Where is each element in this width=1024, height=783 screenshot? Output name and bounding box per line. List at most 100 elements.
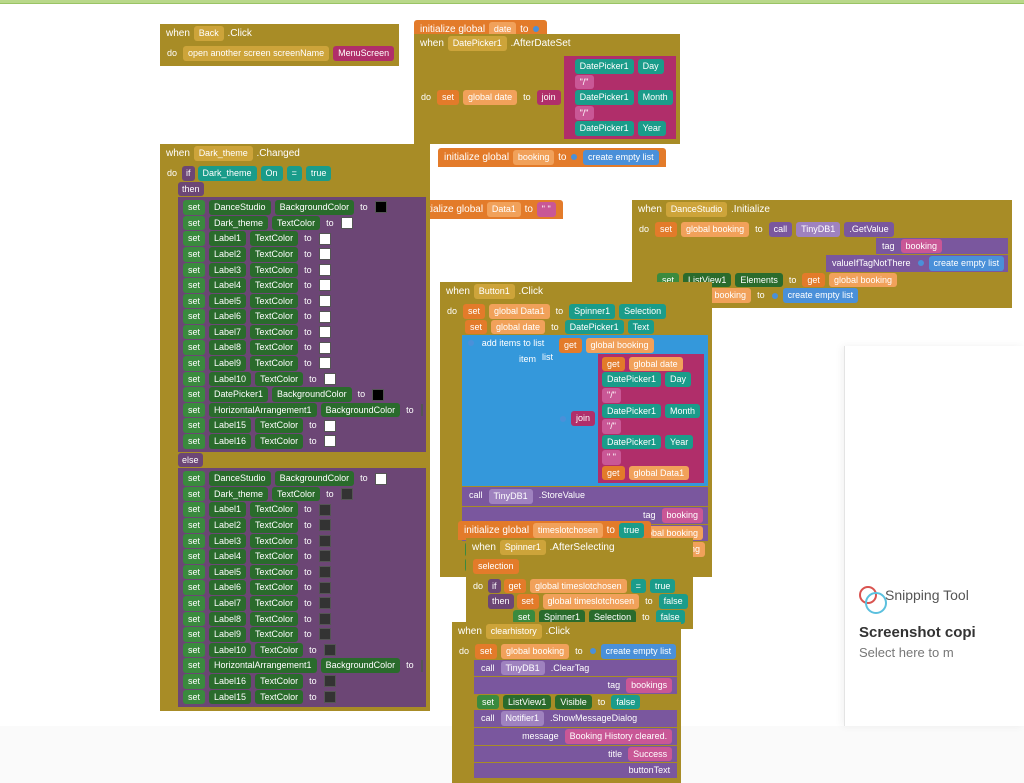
join-part: DatePicker1Month xyxy=(601,404,701,419)
gvar: global booking xyxy=(586,338,654,353)
socket-icon xyxy=(590,648,596,654)
block-init-booking[interactable]: initialize global booking to create empt… xyxy=(438,148,666,167)
join-part: "/" xyxy=(601,388,701,403)
method: .ShowMessageDialog xyxy=(547,712,640,725)
setter-row[interactable]: setLabel5TextColorto xyxy=(182,565,422,580)
snipping-tool-toast[interactable]: Snipping Tool Screenshot copi Select her… xyxy=(844,346,1024,726)
block-clearhistory-click[interactable]: when clearhistory .Click do set global b… xyxy=(452,622,681,783)
setter-row[interactable]: setDatePicker1BackgroundColorto xyxy=(182,387,422,402)
setter-row[interactable]: setLabel9TextColorto xyxy=(182,356,422,371)
setter-row[interactable]: setLabel1TextColorto xyxy=(182,231,422,246)
prop-ref: DatePicker1 xyxy=(575,59,634,74)
block-datepicker-afterdateset[interactable]: when DatePicker1 .AfterDateSet do set gl… xyxy=(414,34,680,144)
setter-row[interactable]: setLabel16TextColorto xyxy=(182,434,422,449)
setter-row[interactable]: setHorizontalArrangement1BackgroundColor… xyxy=(182,403,422,418)
setter-row[interactable]: setLabel15TextColorto xyxy=(182,418,422,433)
setter-row[interactable]: setLabel8TextColorto xyxy=(182,612,422,627)
socket-icon xyxy=(772,293,778,299)
setter-row[interactable]: setDark_themeTextColorto xyxy=(182,487,422,502)
kw-get: get xyxy=(602,357,625,372)
literal: "/" xyxy=(575,75,594,90)
setter-row[interactable]: setLabel8TextColorto xyxy=(182,340,422,355)
param-selection: selection xyxy=(473,559,519,574)
kw-init: initialize global xyxy=(444,152,509,163)
setter-row[interactable]: setLabel9TextColorto xyxy=(182,627,422,642)
gvar: global booking xyxy=(501,644,569,659)
setter-row[interactable]: setLabel2TextColorto xyxy=(182,518,422,533)
else-branch: setDanceStudioBackgroundColortosetDark_t… xyxy=(178,468,426,707)
setter-row[interactable]: setLabel3TextColorto xyxy=(182,534,422,549)
gvar: global booking xyxy=(681,222,749,237)
kw-do: do xyxy=(418,91,434,104)
block-back-click[interactable]: when Back .Click do open another screen … xyxy=(160,24,399,66)
kw-do: do xyxy=(444,305,460,318)
setter-row[interactable]: setLabel4TextColorto xyxy=(182,278,422,293)
literal: booking xyxy=(662,508,704,523)
setter-row[interactable]: setHorizontalArrangement1BackgroundColor… xyxy=(182,658,422,673)
event-name: .Click xyxy=(545,626,569,637)
cond-prop: On xyxy=(261,166,283,181)
prop: Text xyxy=(628,320,655,335)
kw-do: do xyxy=(456,645,472,658)
component-ref: Button1 xyxy=(474,284,515,299)
literal: bookings xyxy=(626,678,672,693)
toast-app-name: Snipping Tool xyxy=(885,587,969,603)
setter-row[interactable]: setLabel16TextColorto xyxy=(182,674,422,689)
kw-init: initialize global xyxy=(464,525,529,536)
kw-get: get xyxy=(504,579,527,594)
component-ref: Back xyxy=(194,26,224,41)
kw-to: to xyxy=(572,645,586,658)
arg-screenname: MenuScreen xyxy=(333,46,394,61)
setter-row[interactable]: setLabel10TextColorto xyxy=(182,372,422,387)
prop-ref: DatePicker1 xyxy=(575,121,634,136)
setter-row[interactable]: setDark_themeTextColorto xyxy=(182,216,422,231)
setter-row[interactable]: setLabel5TextColorto xyxy=(182,294,422,309)
kw-item: item xyxy=(516,353,539,366)
kw-then: then xyxy=(178,182,204,197)
event-name: .AfterSelecting xyxy=(550,542,615,553)
setter-row[interactable]: setLabel2TextColorto xyxy=(182,247,422,262)
comp: Spinner1 xyxy=(569,304,615,319)
then-branch: setDanceStudioBackgroundColortosetDark_t… xyxy=(178,197,426,452)
kw-when: when xyxy=(472,542,496,553)
setter-row[interactable]: setLabel7TextColorto xyxy=(182,596,422,611)
blocks-canvas[interactable]: when Back .Click do open another screen … xyxy=(0,4,1024,726)
setter-row[interactable]: setLabel6TextColorto xyxy=(182,309,422,324)
block-spinner-afterselecting[interactable]: when Spinner1 .AfterSelecting selection … xyxy=(466,538,693,629)
lit-false: false xyxy=(611,695,640,710)
setter-row[interactable]: setLabel4TextColorto xyxy=(182,549,422,564)
setter-row[interactable]: setLabel6TextColorto xyxy=(182,580,422,595)
kw-else: else xyxy=(178,453,203,468)
kw-to: to xyxy=(595,696,609,709)
setter-row[interactable]: setLabel1TextColorto xyxy=(182,502,422,517)
create-empty-list: create empty list xyxy=(601,644,677,659)
block-dark-theme-changed[interactable]: when Dark_theme .Changed do if Dark_them… xyxy=(160,144,430,711)
kw-to: to xyxy=(553,305,567,318)
kw-vnt: valueIfTagNotThere xyxy=(829,257,914,270)
setter-row[interactable]: setDanceStudioBackgroundColorto xyxy=(182,471,422,486)
gvar: global Data1 xyxy=(489,304,550,319)
setter-row[interactable]: setLabel10TextColorto xyxy=(182,643,422,658)
kw-when: when xyxy=(166,28,190,39)
setter-row[interactable]: setLabel15TextColorto xyxy=(182,690,422,705)
event-name: .Click xyxy=(227,28,251,39)
kw-to: to xyxy=(548,321,562,334)
kw-do: do xyxy=(164,47,180,60)
kw-join: join xyxy=(537,90,561,105)
prop-name: Month xyxy=(638,90,673,105)
component-ref: DanceStudio xyxy=(666,202,728,217)
gvar: global Data1 xyxy=(629,466,690,481)
gvar: global date xyxy=(491,320,545,335)
kw-message: message xyxy=(519,730,562,743)
kw-call: call xyxy=(466,489,486,502)
block-init-data1[interactable]: initialize global Data1 to " " xyxy=(412,200,563,219)
kw-call: call xyxy=(478,712,498,725)
kw-do: do xyxy=(636,223,652,236)
mutator-icon xyxy=(468,340,474,346)
setter-row[interactable]: setLabel7TextColorto xyxy=(182,325,422,340)
kw-to: to xyxy=(607,525,615,536)
create-empty-list: create empty list xyxy=(583,150,659,165)
setter-row[interactable]: setLabel3TextColorto xyxy=(182,263,422,278)
setter-row[interactable]: setDanceStudioBackgroundColorto xyxy=(182,200,422,215)
cond-comp: Dark_theme xyxy=(198,166,257,181)
